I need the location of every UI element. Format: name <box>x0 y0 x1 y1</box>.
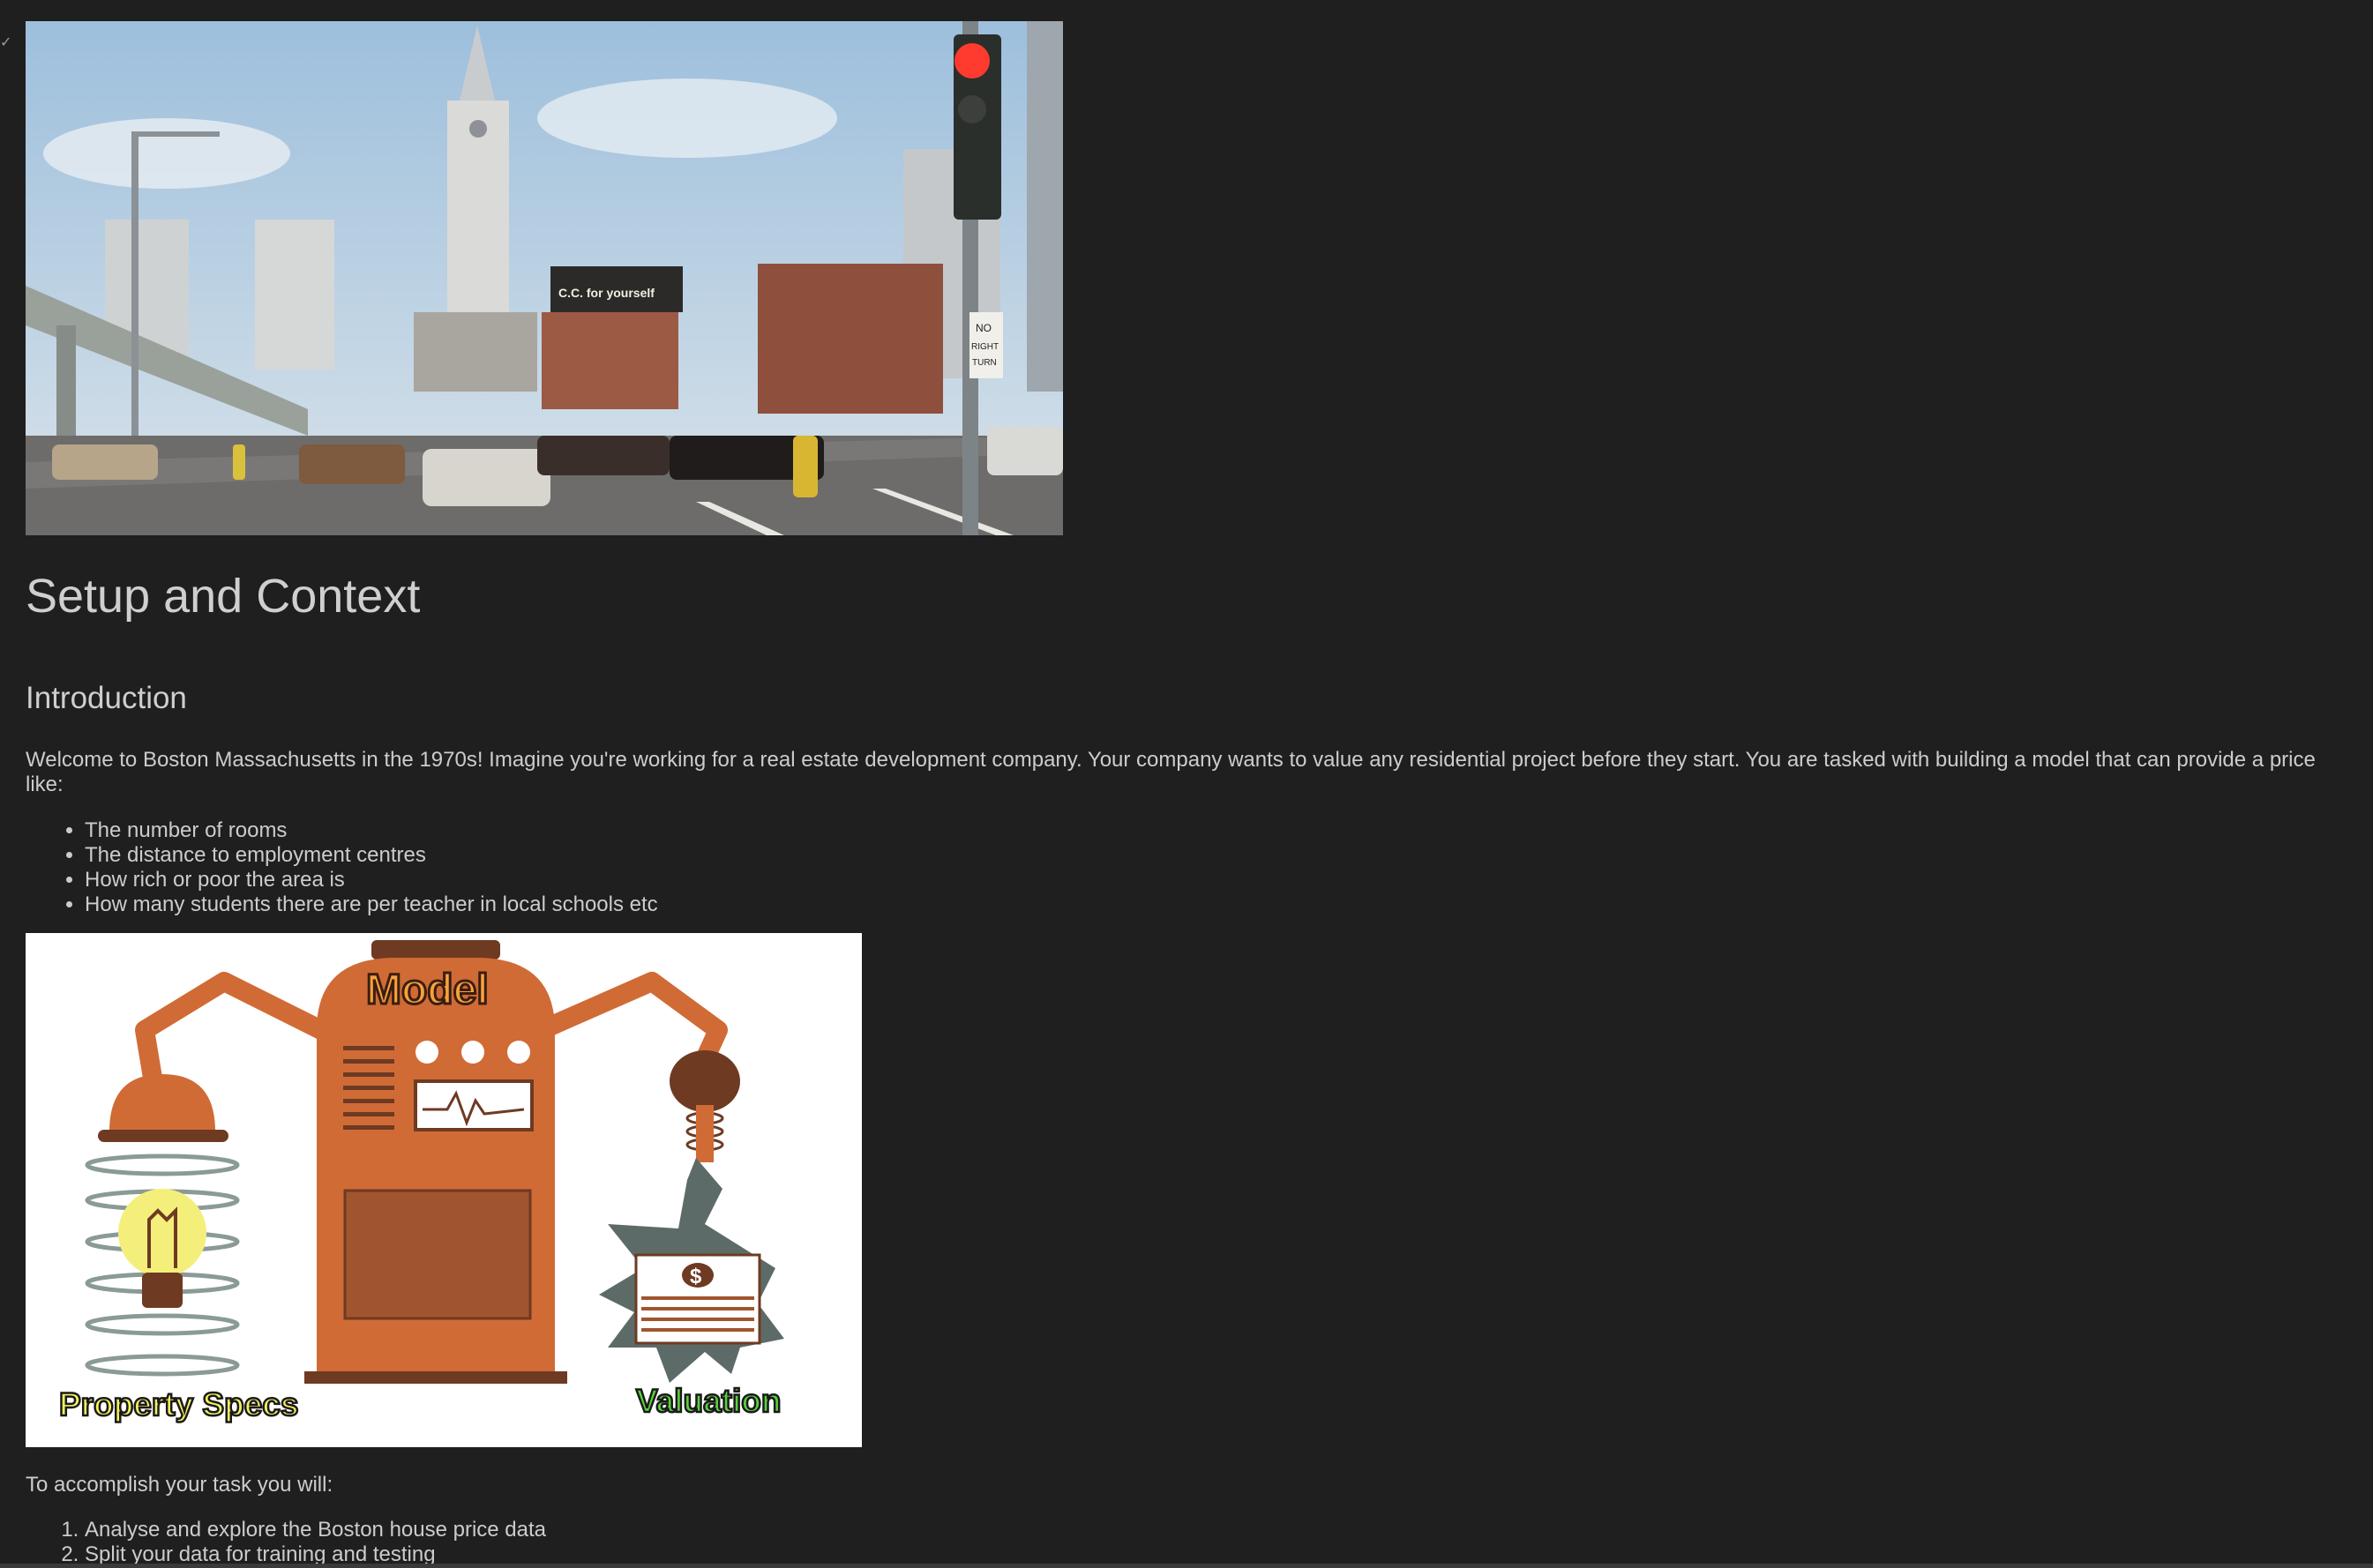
page-title: Setup and Context <box>26 570 421 623</box>
list-item: How rich or poor the area is <box>85 868 658 892</box>
feature-list: The number of rooms The distance to empl… <box>26 818 658 917</box>
dollar-sign: $ <box>690 1265 702 1288</box>
property-specs-label: Property Specs <box>59 1386 298 1422</box>
model-diagram: Model $ Property Specs Valuation <box>26 933 862 1447</box>
boston-street-photo: C.C. for yourself NO RIGHT TURN <box>26 21 1063 535</box>
task-intro: To accomplish your task you will: <box>26 1473 333 1497</box>
intro-paragraph: Welcome to Boston Massachusetts in the 1… <box>26 748 2373 797</box>
billboard-text: C.C. for yourself <box>558 286 655 300</box>
task-steps-list: Analyse and explore the Boston house pri… <box>26 1518 546 1567</box>
intro-line-1: Welcome to Boston Massachusetts in the 1… <box>26 748 2316 772</box>
sign-text-right: RIGHT <box>971 342 999 352</box>
check-icon: ✓ <box>0 35 12 50</box>
sign-text-no: NO <box>976 322 992 334</box>
sign-text-turn: TURN <box>972 358 997 368</box>
valuation-label: Valuation <box>636 1383 781 1419</box>
model-label: Model <box>366 967 489 1013</box>
horizontal-scrollbar[interactable] <box>0 1564 2373 1568</box>
list-item: Analyse and explore the Boston house pri… <box>85 1518 546 1542</box>
list-item: The distance to employment centres <box>85 843 658 868</box>
list-item: How many students there are per teacher … <box>85 892 658 917</box>
intro-line-2: like: <box>26 773 64 796</box>
section-subtitle: Introduction <box>26 681 187 715</box>
list-item: The number of rooms <box>85 818 658 843</box>
notebook-page: ✓ C.C. for yourself NO RIGHT TURN Setup … <box>0 0 2373 1568</box>
